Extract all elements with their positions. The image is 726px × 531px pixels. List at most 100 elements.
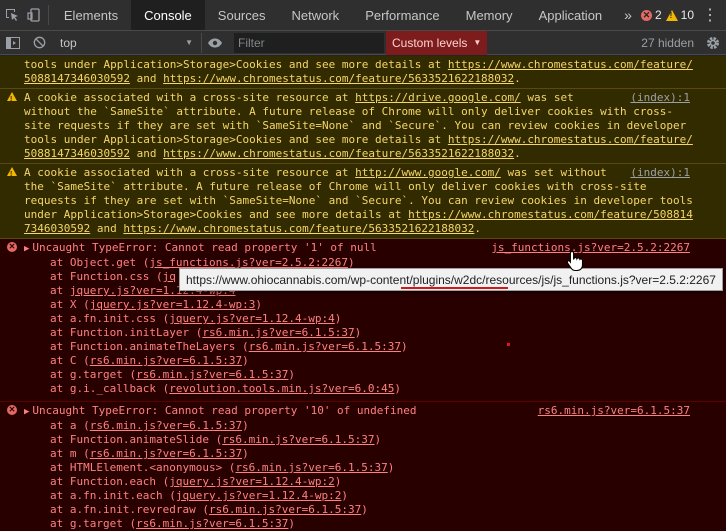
message-line: site requests if they are set with `Same…	[24, 119, 687, 132]
expand-triangle-icon[interactable]: ▶	[24, 405, 29, 419]
stack-source-link[interactable]: rs6.min.js?ver=6.1.5:37	[222, 433, 374, 446]
devtools-tab-bar: Elements Console Sources Network Perform…	[0, 0, 726, 31]
stack-frame: at a.fn.init.revredraw (rs6.min.js?ver=6…	[50, 503, 368, 516]
console-messages: tools under Application>Storage>Cookies …	[0, 56, 726, 531]
live-expression-eye-icon[interactable]	[202, 31, 228, 55]
feature-link[interactable]: https://www.chromestatus.com/feature/563…	[163, 72, 514, 85]
console-warning-message: (index):1 A cookie associated with a cro…	[0, 164, 726, 239]
tab-elements[interactable]: Elements	[51, 0, 131, 30]
tab-sources[interactable]: Sources	[205, 0, 279, 30]
error-counter[interactable]: ✕ 2	[640, 8, 662, 22]
feature-link[interactable]: https://www.chromestatus.com/feature/563…	[163, 147, 514, 160]
stack-source-link[interactable]: rs6.min.js?ver=6.1.5:37	[90, 354, 242, 367]
stack-frame: at C (rs6.min.js?ver=6.1.5:37)	[50, 354, 249, 367]
stack-frame: at g.target (rs6.min.js?ver=6.1.5:37)	[50, 517, 296, 530]
feature-link[interactable]: 5088147346030592	[24, 147, 130, 160]
message-line: 5088147346030592 and https://www.chromes…	[24, 147, 521, 160]
hand-pointer-cursor-icon	[566, 250, 584, 277]
stack-source-link[interactable]: rs6.min.js?ver=6.1.5:37	[136, 517, 288, 530]
source-url-tooltip: https://www.ohiocannabis.com/wp-content/…	[179, 268, 723, 291]
stack-frame: at HTMLElement.<anonymous> (rs6.min.js?v…	[50, 461, 395, 474]
message-source-link[interactable]: rs6.min.js?ver=6.1.5:37	[538, 404, 690, 418]
stack-source-link[interactable]: rs6.min.js?ver=6.1.5:37	[90, 447, 242, 460]
message-source-link[interactable]: js_functions.js?ver=2.5.2:2267	[491, 241, 690, 255]
stack-frame: at m (rs6.min.js?ver=6.1.5:37)	[50, 447, 249, 460]
expand-triangle-icon[interactable]: ▶	[24, 242, 29, 256]
stack-frame: at a.fn.init.css (jquery.js?ver=1.12.4-w…	[50, 312, 342, 325]
stack-frame: at g.i._callback (revolution.tools.min.j…	[50, 382, 402, 395]
console-error-message: ✕ js_functions.js?ver=2.5.2:2267 ▶ Uncaug…	[0, 239, 726, 402]
red-annotation-dot	[507, 343, 510, 346]
message-line: tools under Application>Storage>Cookies …	[24, 133, 693, 146]
console-error-message: ✕ rs6.min.js?ver=6.1.5:37 ▶ Uncaught Type…	[0, 402, 726, 531]
warning-counter[interactable]: 10	[665, 8, 695, 22]
stack-frame: at X (jquery.js?ver=1.12.4-wp:3)	[50, 298, 262, 311]
tab-performance[interactable]: Performance	[352, 0, 452, 30]
message-line: A cookie associated with a cross-site re…	[24, 91, 574, 104]
cookie-resource-link[interactable]: http://www.google.com/	[355, 166, 501, 179]
error-icon: ✕	[7, 242, 17, 252]
message-line: the `SameSite` attribute. A future relea…	[24, 180, 647, 193]
feature-link[interactable]: 7346030592	[24, 222, 90, 235]
hidden-messages-count: 27 hidden	[641, 35, 694, 50]
log-levels-dropdown[interactable]: Custom levels ▼	[386, 30, 488, 55]
stack-frame: at Function.animateSlide (rs6.min.js?ver…	[50, 433, 382, 446]
feature-link[interactable]: https://www.chromestatus.com/feature/508…	[408, 208, 693, 221]
message-source-link[interactable]: (index):1	[630, 166, 690, 180]
stack-frame: at a (rs6.min.js?ver=6.1.5:37)	[50, 419, 249, 432]
stack-source-link[interactable]: rs6.min.js?ver=6.1.5:37	[136, 368, 288, 381]
issue-counters: ✕ 2 10 ⋮	[640, 0, 726, 30]
inspect-element-icon[interactable]	[0, 0, 23, 30]
console-warning-message: (index):1 A cookie associated with a cro…	[0, 89, 726, 164]
warning-icon	[7, 167, 17, 182]
console-settings-gear-icon[interactable]	[700, 31, 726, 55]
stack-frame: at Function.initLayer (rs6.min.js?ver=6.…	[50, 326, 362, 339]
stack-source-link[interactable]: rs6.min.js?ver=6.1.5:37	[90, 419, 242, 432]
stack-source-link[interactable]: jquery.js?ver=1.12.4-wp:4	[169, 312, 335, 325]
stack-frame: at g.target (rs6.min.js?ver=6.1.5:37)	[50, 368, 296, 381]
message-source-link[interactable]: (index):1	[630, 91, 690, 105]
more-options-icon[interactable]: ⋮	[698, 5, 722, 25]
message-line: tools under Application>Storage>Cookies …	[24, 58, 693, 71]
stack-source-link[interactable]: rs6.min.js?ver=6.1.5:37	[209, 503, 361, 516]
tab-application[interactable]: Application	[526, 0, 616, 30]
stack-frame: at a.fn.init.each (jquery.js?ver=1.12.4-…	[50, 489, 349, 502]
warning-icon	[7, 92, 17, 107]
stack-source-link[interactable]: rs6.min.js?ver=6.1.5:37	[249, 340, 401, 353]
message-line: under Application>Storage>Cookies and se…	[24, 208, 693, 221]
log-levels-label: Custom levels	[392, 35, 468, 50]
feature-link[interactable]: 5088147346030592	[24, 72, 130, 85]
dropdown-arrow-icon: ▼	[185, 38, 193, 47]
sidebar-toggle-icon[interactable]	[0, 31, 26, 55]
stack-source-link[interactable]: rs6.min.js?ver=6.1.5:37	[202, 326, 354, 339]
context-selector[interactable]: top ▼	[52, 32, 202, 53]
feature-link[interactable]: https://www.chromestatus.com/feature/	[448, 133, 693, 146]
stack-frame: at Function.each (jquery.js?ver=1.12.4-w…	[50, 475, 342, 488]
stack-source-link[interactable]: jquery.js?ver=1.12.4-wp:2	[176, 489, 342, 502]
clear-console-icon[interactable]	[26, 31, 52, 55]
red-annotation-underline	[401, 287, 508, 289]
stack-source-link[interactable]: revolution.tools.min.js?ver=6.0:45	[169, 382, 394, 395]
tab-console[interactable]: Console	[131, 0, 205, 30]
feature-link[interactable]: https://www.chromestatus.com/feature/563…	[123, 222, 474, 235]
error-count: 2	[654, 8, 662, 22]
tab-memory[interactable]: Memory	[453, 0, 526, 30]
error-icon: ✕	[640, 9, 652, 21]
context-value: top	[60, 35, 77, 50]
console-toolbar: top ▼ Custom levels ▼ 27 hidden	[0, 30, 726, 55]
message-line: without the `SameSite` attribute. A futu…	[24, 105, 674, 118]
message-line: A cookie associated with a cross-site re…	[24, 166, 607, 179]
warning-icon	[665, 9, 678, 21]
more-tabs-button[interactable]: »	[615, 0, 641, 30]
filter-input[interactable]	[234, 32, 384, 53]
device-toolbar-icon[interactable]	[23, 0, 46, 30]
feature-link[interactable]: https://www.chromestatus.com/feature/	[448, 58, 693, 71]
cookie-resource-link[interactable]: https://drive.google.com/	[355, 91, 521, 104]
stack-source-link[interactable]: rs6.min.js?ver=6.1.5:37	[235, 461, 387, 474]
warning-count: 10	[680, 8, 695, 22]
tab-network[interactable]: Network	[279, 0, 353, 30]
tooltip-url: https://www.ohiocannabis.com/wp-content/…	[186, 273, 716, 287]
stack-source-link[interactable]: jq	[163, 270, 176, 283]
stack-source-link[interactable]: jquery.js?ver=1.12.4-wp:2	[169, 475, 335, 488]
stack-source-link[interactable]: jquery.js?ver=1.12.4-wp:3	[90, 298, 256, 311]
